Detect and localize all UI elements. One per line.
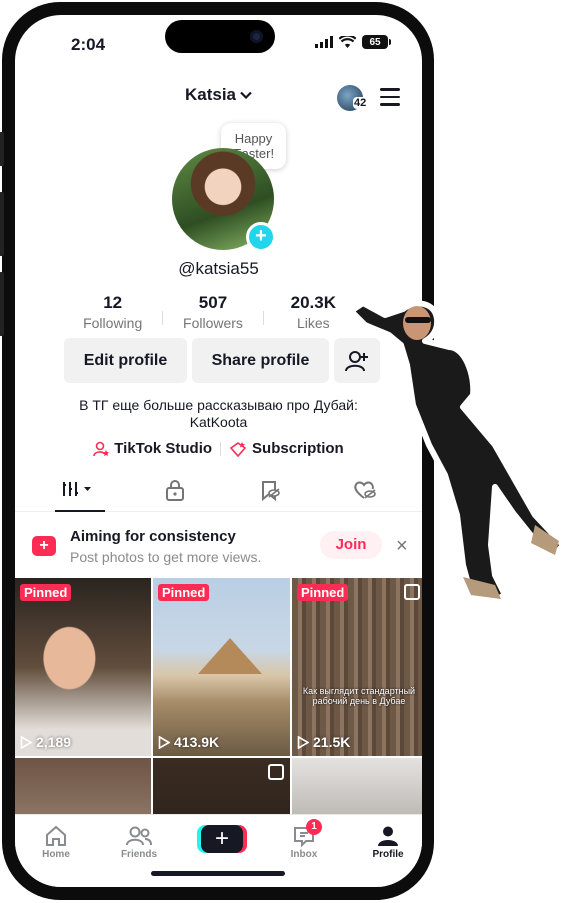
video-thumbnail[interactable]: Pinned 2,189 (15, 578, 151, 756)
grid-icon (63, 482, 91, 496)
story-count: 42 (353, 97, 368, 109)
username: Katsia (184, 85, 237, 104)
home-icon (46, 825, 66, 846)
view-count-value: 21.5K (313, 734, 351, 750)
tab-private[interactable] (165, 479, 195, 503)
side-button (0, 132, 4, 166)
view-count: 413.9K (158, 734, 219, 750)
status-bar: 2:04 65 (15, 15, 422, 71)
profile-icon (378, 826, 398, 846)
video-caption-overlay: Как выглядит стандартный рабочий день в … (302, 686, 416, 706)
tab-videos[interactable] (61, 479, 91, 503)
edit-profile-button[interactable]: Edit profile (64, 338, 187, 383)
following-count: 12 (103, 293, 123, 312)
profile-actions: Edit profile Share profile (64, 338, 380, 383)
profile-avatar[interactable]: + (172, 148, 276, 252)
nav-inbox-label: Inbox (290, 849, 318, 860)
battery-icon: 65 (362, 35, 391, 49)
play-icon (158, 735, 170, 749)
pinned-badge: Pinned (297, 584, 349, 601)
wifi-icon (339, 36, 356, 48)
tiktok-studio-label: TikTok Studio (114, 440, 213, 457)
lock-icon (166, 480, 184, 501)
banner-title: Aiming for consistency (70, 528, 236, 545)
nav-home[interactable]: Home (26, 823, 86, 860)
friends-icon (126, 826, 152, 846)
bookmark-hidden-icon (262, 481, 280, 502)
profile-stats: 12 Following 507 Followers 20.3K Likes (63, 293, 363, 331)
pinned-badge: Pinned (158, 584, 210, 601)
view-count-value: 413.9K (174, 734, 220, 750)
play-icon (297, 735, 309, 749)
person-sticker (348, 300, 566, 604)
volume-down-button (0, 272, 4, 336)
subscription-icon (229, 441, 247, 457)
followers-stat[interactable]: 507 Followers (163, 293, 262, 331)
studio-icon (93, 441, 110, 456)
view-count: 21.5K (297, 734, 350, 750)
pyramid-shape (198, 638, 262, 674)
view-count: 2,189 (20, 734, 71, 750)
profile-header: Katsia 42 (15, 85, 422, 115)
share-profile-button[interactable]: Share profile (192, 338, 329, 383)
camera-icon (250, 30, 263, 43)
bottom-nav: Home Friends + 1 Inbox Profile (15, 814, 422, 887)
chevron-down-icon (240, 91, 252, 99)
home-indicator (151, 871, 285, 876)
nav-home-label: Home (42, 849, 70, 860)
view-count-value: 2,189 (36, 734, 72, 750)
play-icon (20, 735, 32, 749)
followers-count: 507 (198, 293, 228, 312)
signal-icon (315, 36, 333, 48)
nav-friends-label: Friends (120, 849, 158, 860)
status-icons: 65 (315, 35, 391, 49)
plus-icon: + (214, 825, 229, 852)
subscription-link[interactable]: Subscription (229, 440, 344, 457)
nav-friends[interactable]: Friends (109, 823, 169, 860)
calendar-plus-icon: + (32, 536, 56, 556)
tiktok-studio-link[interactable]: TikTok Studio (93, 440, 212, 457)
pinned-badge: Pinned (20, 584, 72, 601)
status-time: 2:04 (71, 35, 106, 54)
divider (220, 441, 222, 456)
following-stat[interactable]: 12 Following (63, 293, 162, 331)
followers-label: Followers (183, 315, 243, 331)
nav-profile-label: Profile (372, 849, 404, 860)
menu-button[interactable] (380, 88, 400, 111)
volume-up-button (0, 192, 4, 256)
inbox-badge: 1 (306, 819, 322, 835)
profile-handle: @katsia55 (178, 259, 259, 278)
active-tab-indicator (55, 510, 105, 512)
nav-inbox[interactable]: 1 Inbox (274, 819, 334, 860)
subscription-label: Subscription (252, 440, 344, 457)
dynamic-island (165, 20, 275, 53)
video-thumbnail[interactable]: Pinned 413.9K (153, 578, 290, 756)
nav-profile[interactable]: Profile (358, 823, 418, 860)
banner-subtitle: Post photos to get more views. (70, 549, 262, 565)
add-photo-icon[interactable]: + (246, 222, 276, 252)
tab-reposts[interactable] (259, 479, 289, 503)
bubble-text-1: Happy (234, 131, 273, 146)
multi-photo-icon (268, 764, 284, 780)
following-label: Following (83, 315, 143, 331)
create-button[interactable]: + (201, 825, 243, 853)
